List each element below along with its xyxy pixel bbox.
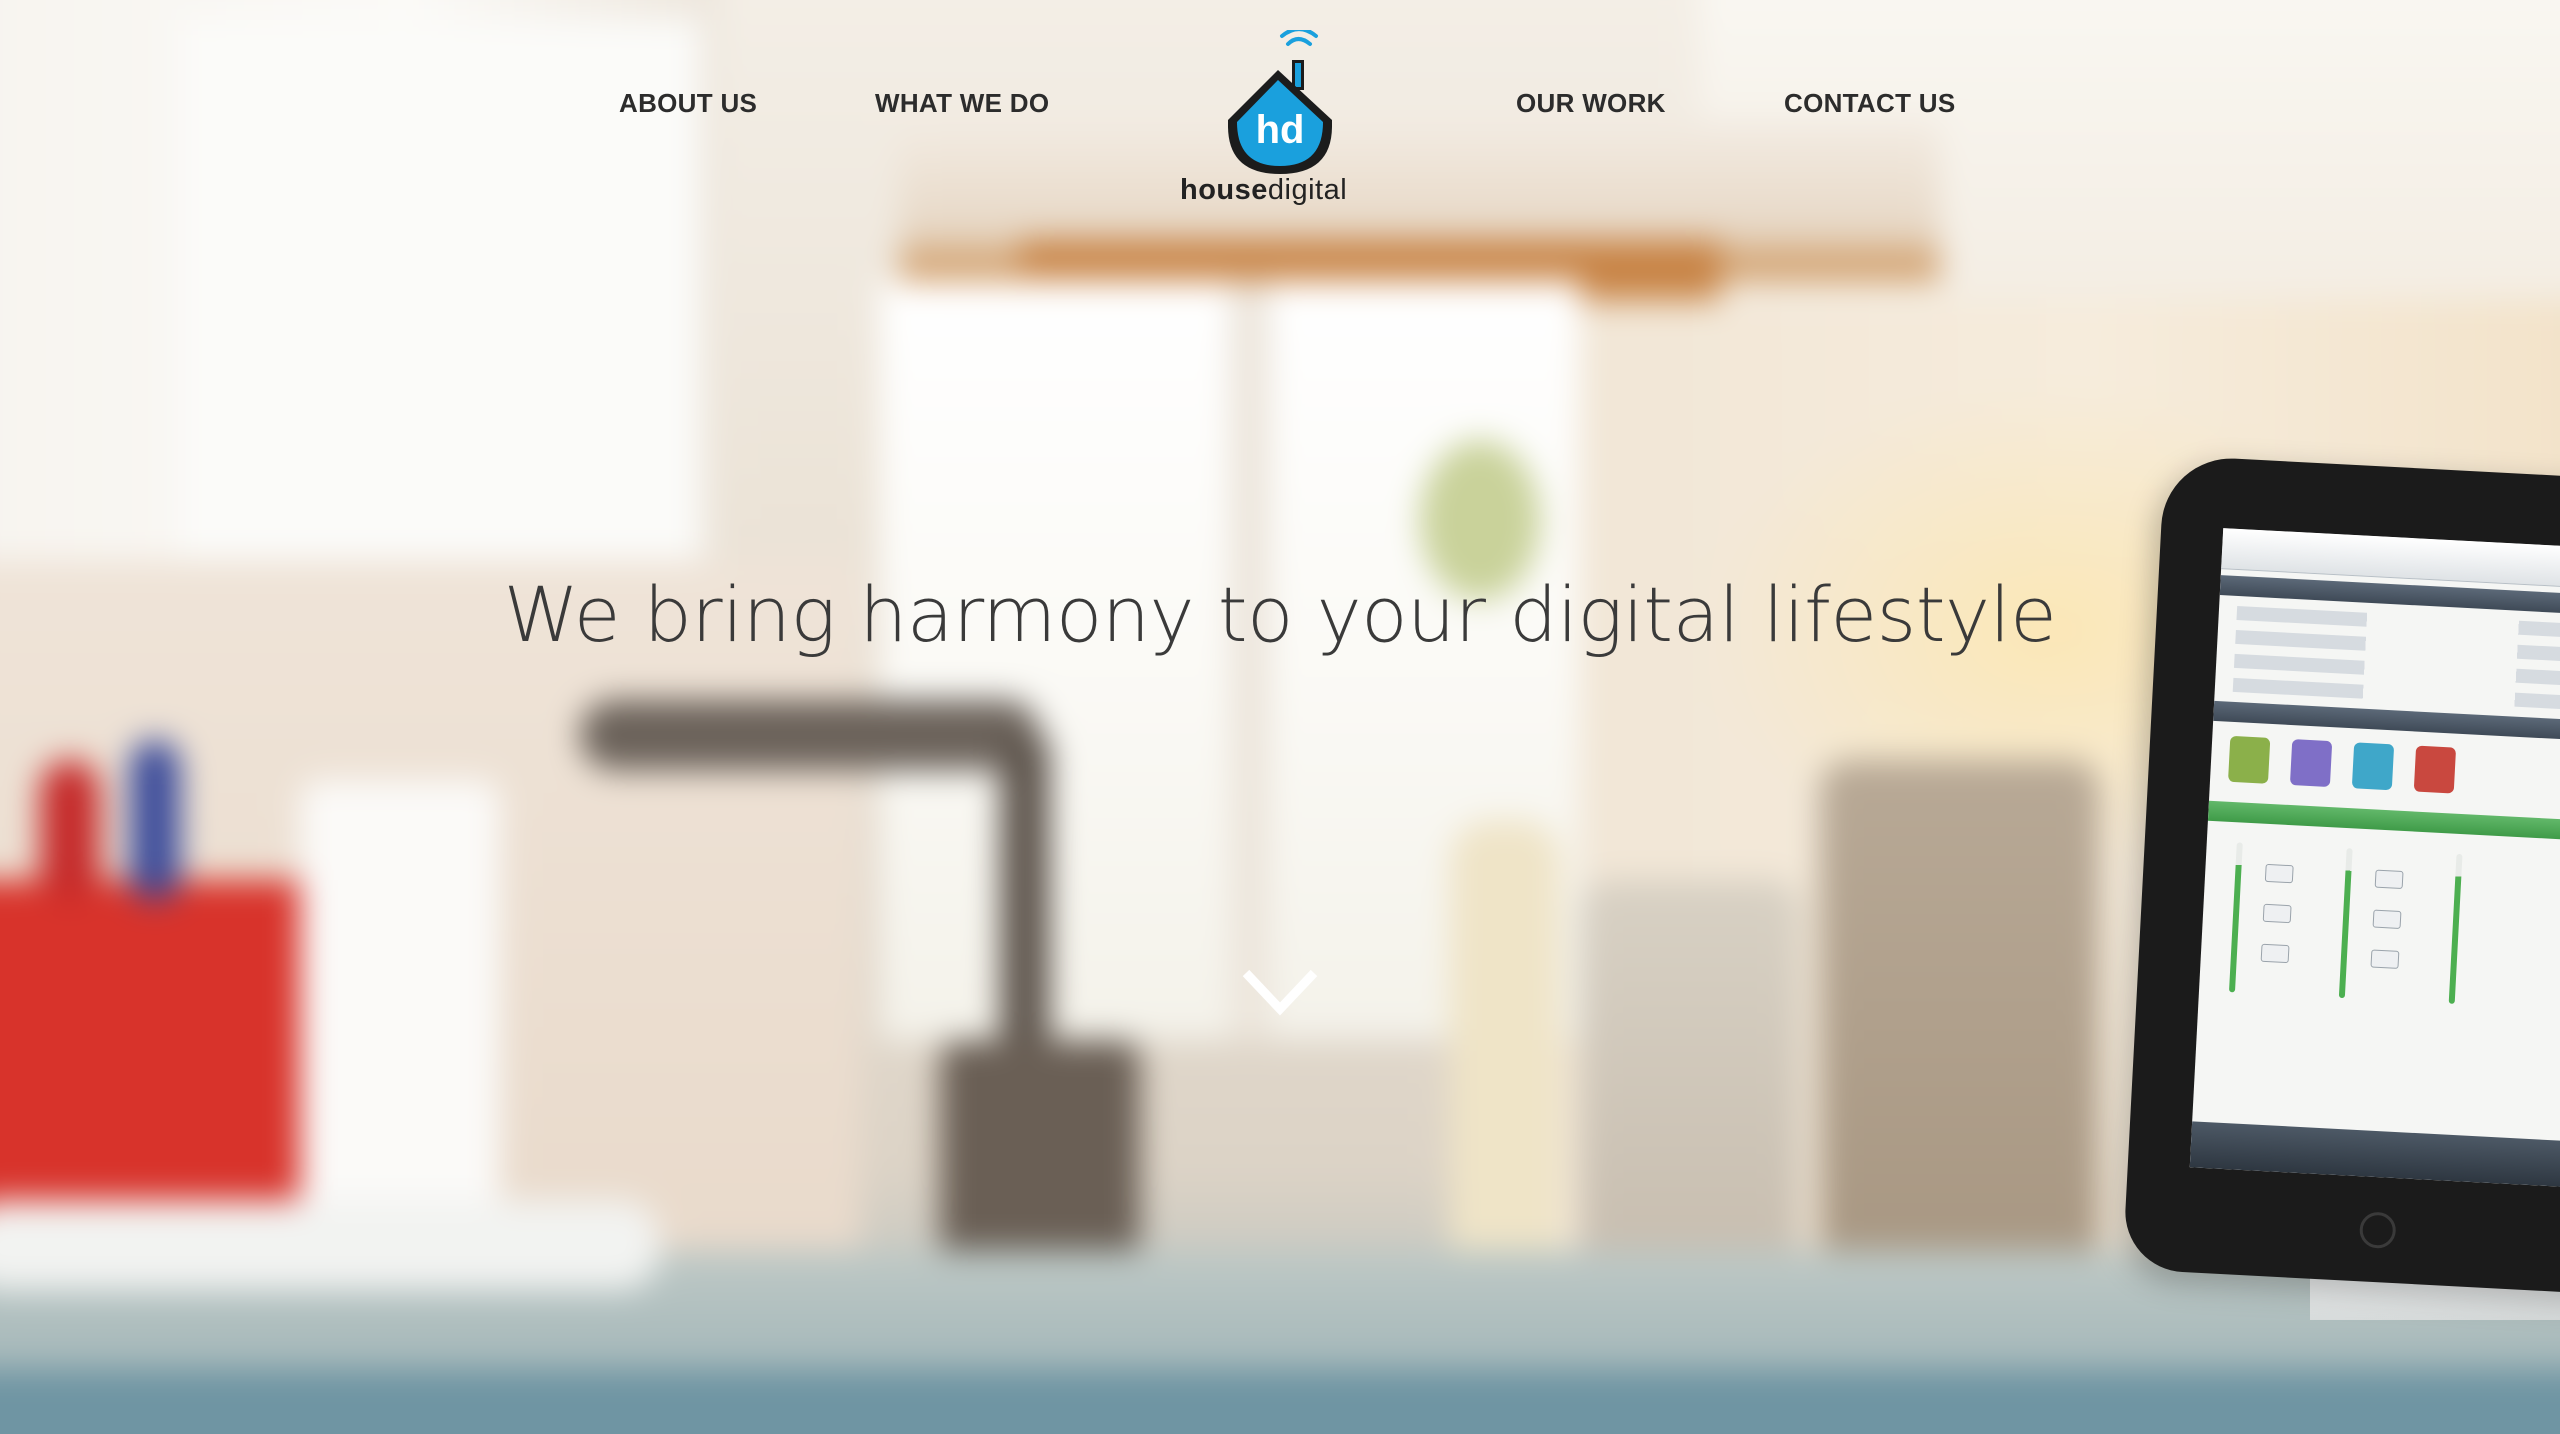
nav-about-us[interactable]: ABOUT US (619, 88, 757, 119)
nav-contact-us[interactable]: CONTACT US (1784, 88, 1956, 119)
hero-headline: We bring harmony to your digital lifesty… (503, 570, 2057, 659)
nav-what-we-do[interactable]: WHAT WE DO (875, 88, 1049, 119)
logo-wordmark: housedigital (1180, 174, 1348, 206)
house-digital-logo[interactable]: hd housedigital (1170, 27, 1390, 210)
svg-text:hd: hd (1256, 108, 1305, 152)
scroll-down-button[interactable] (1240, 965, 1320, 1025)
hero-section: ABOUT US WHAT WE DO hd housedigital OUR … (0, 0, 2560, 1434)
nav-our-work[interactable]: OUR WORK (1516, 88, 1666, 119)
tablet-home-button (2358, 1211, 2397, 1250)
wifi-icon (1280, 27, 1318, 46)
chevron-down-icon (1242, 969, 1318, 1016)
house-icon: hd (1228, 27, 1332, 174)
